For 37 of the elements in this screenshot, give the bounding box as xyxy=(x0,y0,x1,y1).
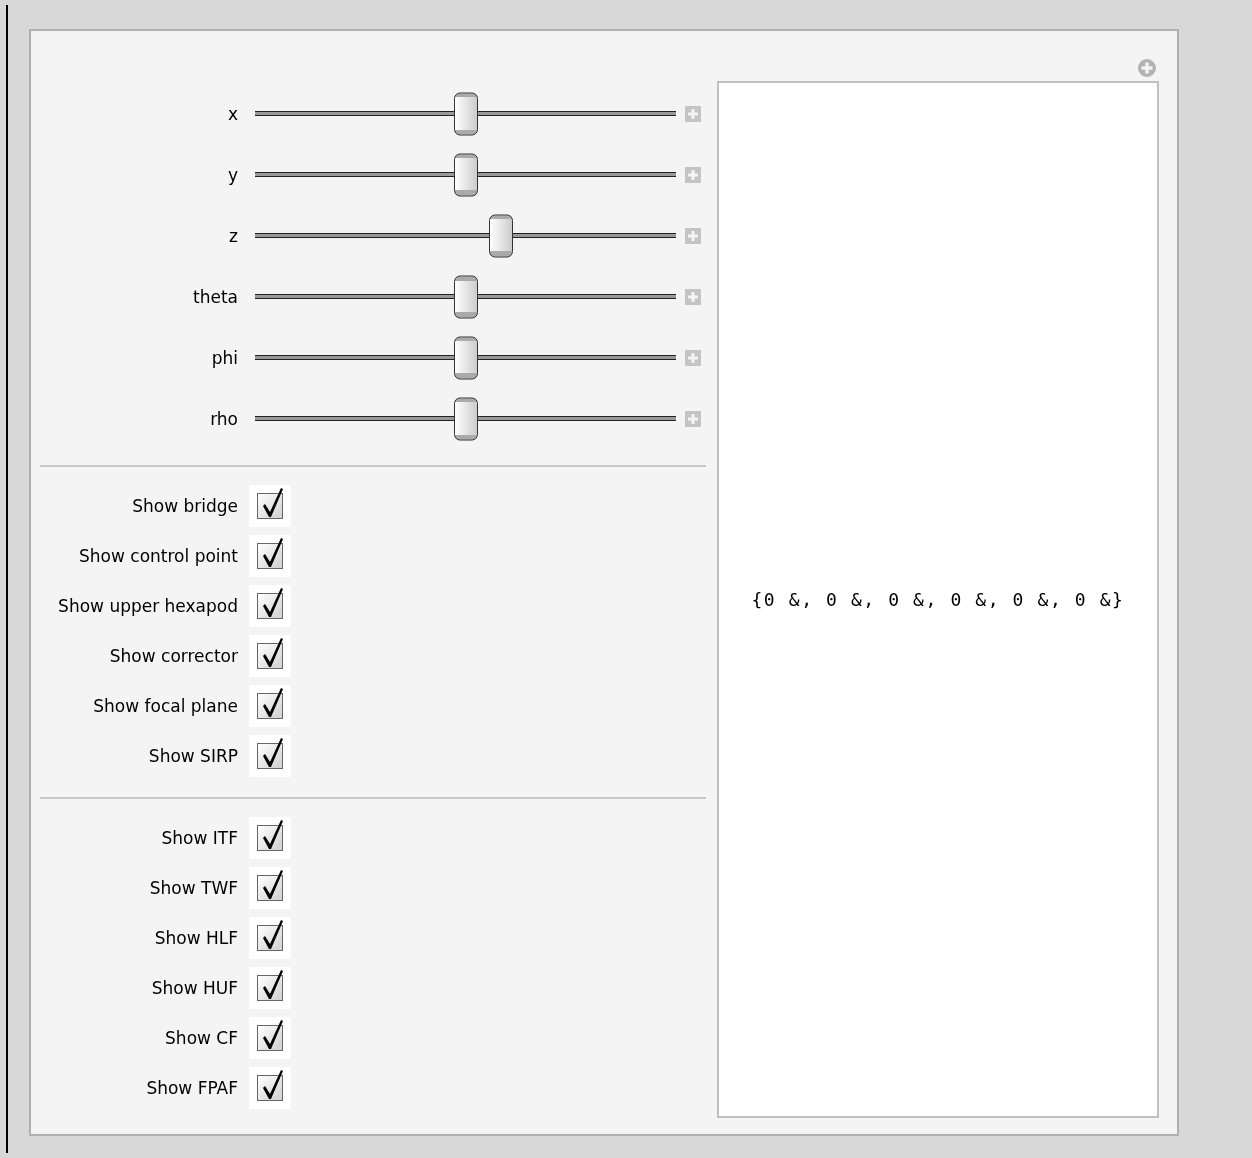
checkbox-label: Show HLF xyxy=(153,928,238,948)
slider-thumb[interactable] xyxy=(489,214,514,257)
checkbox[interactable] xyxy=(249,917,291,959)
checkbox[interactable] xyxy=(249,1067,291,1109)
slider-label: x xyxy=(226,103,238,124)
checkbox[interactable] xyxy=(249,735,291,777)
checkbox[interactable] xyxy=(249,685,291,727)
checkbox[interactable] xyxy=(249,967,291,1009)
slider-thumb[interactable] xyxy=(453,275,478,318)
checkbox[interactable] xyxy=(249,535,291,577)
checkbox-label: Show ITF xyxy=(160,828,238,848)
checkbox-label: Show SIRP xyxy=(147,746,238,766)
checkbox-label: Show upper hexapod xyxy=(57,596,238,616)
slider-label: z xyxy=(228,225,238,246)
checkbox-label: Show control point xyxy=(78,546,238,566)
checkbox-label: Show TWF xyxy=(148,878,238,898)
slider-label: phi xyxy=(210,347,238,368)
slider-thumb[interactable] xyxy=(453,153,478,196)
slider-thumb[interactable] xyxy=(453,397,478,440)
output-text: {0 &, 0 &, 0 &, 0 &, 0 &, 0 &} xyxy=(751,589,1125,610)
checkbox[interactable] xyxy=(249,485,291,527)
checkbox-label: Show focal plane xyxy=(92,696,238,716)
slider-thumb[interactable] xyxy=(453,92,478,135)
checkbox-label: Show corrector xyxy=(108,646,238,666)
slider-label: y xyxy=(226,164,238,185)
slider-thumb[interactable] xyxy=(453,336,478,379)
checkbox-label: Show CF xyxy=(164,1028,238,1048)
checkbox[interactable] xyxy=(249,1017,291,1059)
checkbox[interactable] xyxy=(249,817,291,859)
checkbox[interactable] xyxy=(249,585,291,627)
checkbox-label: Show FPAF xyxy=(145,1078,238,1098)
slider-label: rho xyxy=(209,408,238,429)
checkbox[interactable] xyxy=(249,867,291,909)
slider-label: theta xyxy=(192,286,238,307)
checkbox-label: Show bridge xyxy=(131,496,238,516)
checkbox-label: Show HUF xyxy=(150,978,238,998)
checkbox[interactable] xyxy=(249,635,291,677)
